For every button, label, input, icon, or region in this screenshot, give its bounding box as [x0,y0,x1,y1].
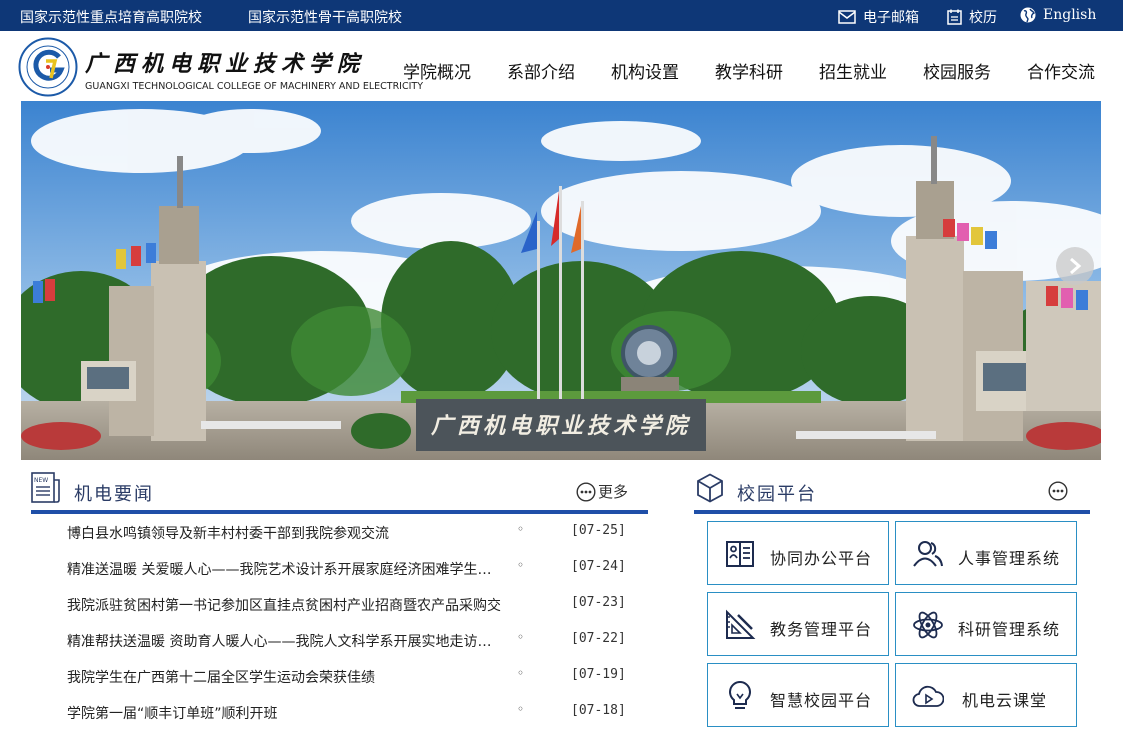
top-tagline-1: 国家示范性重点培育高职院校 [20,10,202,26]
platform-academic-button[interactable]: 教务管理平台 [707,592,889,656]
mail-icon [838,10,856,24]
news-item: 我院派驻贫困村第一书记参加区直挂点贫困村产业招商暨农产品采购交 [07-23] [31,590,648,618]
platform-research-label: 科研管理系统 [958,620,1061,639]
more-dots-icon [1048,481,1068,501]
newspaper-icon: NEW [31,472,60,503]
news-item: 精准送温暖 关爱暖人心——我院艺术设计系开展家庭经济困难学生… ◦ [07-24… [31,554,648,582]
news-item-date: [07-24] [571,559,626,574]
hero-banner[interactable]: 广西机电职业技术学院 [21,101,1101,460]
globe-icon [1020,7,1036,23]
college-name-cn: 广西机电职业技术学院 [85,51,366,77]
nav-teaching-research[interactable]: 教学科研 [715,58,783,83]
news-item-title[interactable]: 学院第一届“顺丰订单班”顺利开班 [67,703,528,723]
news-header: NEW 机电要闻 更多 [31,470,648,514]
platform-more-button[interactable] [1048,481,1068,505]
platform-cloud-class-label: 机电云课堂 [962,691,1048,710]
platform-header: 校园平台 [694,470,1090,514]
news-more-label: 更多 [597,483,628,501]
news-item-bullet: ◦ [517,558,525,572]
college-logo[interactable] [18,37,78,97]
people-icon [913,541,943,567]
platform-section-title: 校园平台 [737,484,817,505]
news-item-date: [07-19] [571,667,626,682]
news-item-title[interactable]: 我院学生在广西第十二届全区学生运动会荣获佳绩 [67,667,528,687]
college-logo-icon [18,37,78,97]
english-link[interactable]: English [1020,7,1096,23]
news-item-bullet: ◦ [517,630,525,644]
news-item: 我院学生在广西第十二届全区学生运动会荣获佳绩 ◦ [07-19] [31,662,648,690]
platform-office-button[interactable]: 协同办公平台 [707,521,889,585]
news-item-title[interactable]: 我院派驻贫困村第一书记参加区直挂点贫困村产业招商暨农产品采购交 [67,595,528,615]
platform-cloud-class-button[interactable]: 机电云课堂 [895,663,1077,727]
news-item-title[interactable]: 博白县水鸣镇领导及新丰村村委干部到我院参观交流 [67,523,528,543]
lightbulb-icon [729,680,751,709]
platform-divider [694,510,1090,514]
email-label: 电子邮箱 [863,10,919,26]
platform-smart-campus-button[interactable]: 智慧校园平台 [707,663,889,727]
news-item: 精准帮扶送温暖 资助育人暖人心——我院人文科学系开展实地走访… ◦ [07-22… [31,626,648,654]
news-item-title[interactable]: 精准帮扶送温暖 资助育人暖人心——我院人文科学系开展实地走访… [67,631,528,651]
top-bar: 国家示范性重点培育高职院校 国家示范性骨干高职院校 电子邮箱 校历 Englis… [0,0,1123,31]
office-icon [726,541,754,567]
platform-hr-label: 人事管理系统 [958,549,1061,568]
site-header: 广西机电职业技术学院 GUANGXI TECHNOLOGICAL COLLEGE… [0,31,1123,101]
news-divider [31,510,648,514]
news-more-link[interactable]: 更多 [576,481,628,502]
cloud-play-icon [912,685,944,707]
platform-smart-campus-label: 智慧校园平台 [770,691,873,710]
chevron-right-icon [1070,257,1082,275]
ruler-icon [726,609,756,639]
news-item-bullet: ◦ [517,702,525,716]
calendar-label: 校历 [969,10,997,26]
campus-gate-illustration: 广西机电职业技术学院 [21,101,1101,460]
news-item: 学院第一届“顺丰订单班”顺利开班 ◦ [07-18] [31,698,648,726]
platform-research-button[interactable]: 科研管理系统 [895,592,1077,656]
news-item-bullet: ◦ [517,522,525,536]
nav-departments[interactable]: 系部介绍 [507,58,575,83]
calendar-link[interactable]: 校历 [947,7,997,27]
platform-academic-label: 教务管理平台 [770,620,873,639]
top-tagline-2: 国家示范性骨干高职院校 [248,10,402,26]
news-item-title[interactable]: 精准送温暖 关爱暖人心——我院艺术设计系开展家庭经济困难学生… [67,559,528,579]
banner-next-button[interactable] [1056,247,1094,285]
more-dots-icon [576,481,596,502]
news-item-date: [07-18] [571,703,626,718]
news-item: 博白县水鸣镇领导及新丰村村委干部到我院参观交流 ◦ [07-25] [31,518,648,546]
nav-organization[interactable]: 机构设置 [611,58,679,83]
email-link[interactable]: 电子邮箱 [838,7,919,27]
nav-campus-service[interactable]: 校园服务 [923,58,991,83]
platform-hr-button[interactable]: 人事管理系统 [895,521,1077,585]
college-name-en: GUANGXI TECHNOLOGICAL COLLEGE OF MACHINE… [85,81,424,92]
english-label: English [1043,7,1097,23]
atom-icon [913,611,943,639]
nav-cooperation[interactable]: 合作交流 [1027,58,1095,83]
nav-admission-employment[interactable]: 招生就业 [819,58,887,83]
news-section-title: 机电要闻 [74,484,154,505]
news-item-date: [07-23] [571,595,626,610]
news-item-date: [07-25] [571,523,626,538]
svg-text:NEW: NEW [34,477,48,484]
news-item-bullet: ◦ [517,666,525,680]
news-item-date: [07-22] [571,631,626,646]
calendar-icon [947,9,962,25]
cube-icon [697,473,723,503]
nav-about[interactable]: 学院概况 [403,58,471,83]
platform-office-label: 协同办公平台 [770,549,873,568]
gate-sign-text: 广西机电职业技术学院 [431,413,691,439]
